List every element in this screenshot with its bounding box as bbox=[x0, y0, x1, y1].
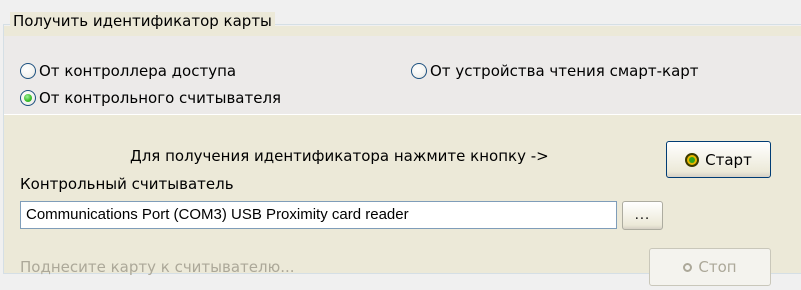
radio-label: От контрольного считывателя bbox=[39, 89, 282, 107]
radio-button-icon[interactable] bbox=[20, 63, 36, 79]
radio-button-icon[interactable] bbox=[411, 63, 427, 79]
reader-field-label: Контрольный считыватель bbox=[20, 175, 234, 193]
start-button-label: Старт bbox=[705, 150, 752, 169]
radio-control-reader[interactable]: От контрольного считывателя bbox=[20, 89, 281, 107]
start-button[interactable]: Старт bbox=[666, 141, 771, 178]
stop-button[interactable]: Стоп bbox=[649, 248, 771, 286]
groupbox-title: Получить идентификатор карты bbox=[10, 12, 275, 30]
radio-label: От устройства чтения смарт-карт bbox=[430, 62, 699, 80]
status-text: Поднесите карту к считывателю... bbox=[20, 258, 295, 276]
radio-smartcard-reader[interactable]: От устройства чтения смарт-карт bbox=[411, 62, 699, 80]
radio-label: От контроллера доступа bbox=[39, 62, 237, 80]
start-icon bbox=[685, 152, 700, 167]
browse-button[interactable]: ... bbox=[622, 201, 663, 230]
stop-icon bbox=[683, 262, 693, 272]
reader-device-field[interactable]: Communications Port (COM3) USB Proximity… bbox=[20, 201, 617, 229]
stop-button-label: Стоп bbox=[698, 258, 737, 276]
radio-button-checked-icon[interactable] bbox=[20, 90, 36, 106]
radio-access-controller[interactable]: От контроллера доступа bbox=[20, 62, 236, 80]
start-hint-text: Для получения идентификатора нажмите кно… bbox=[130, 147, 549, 165]
